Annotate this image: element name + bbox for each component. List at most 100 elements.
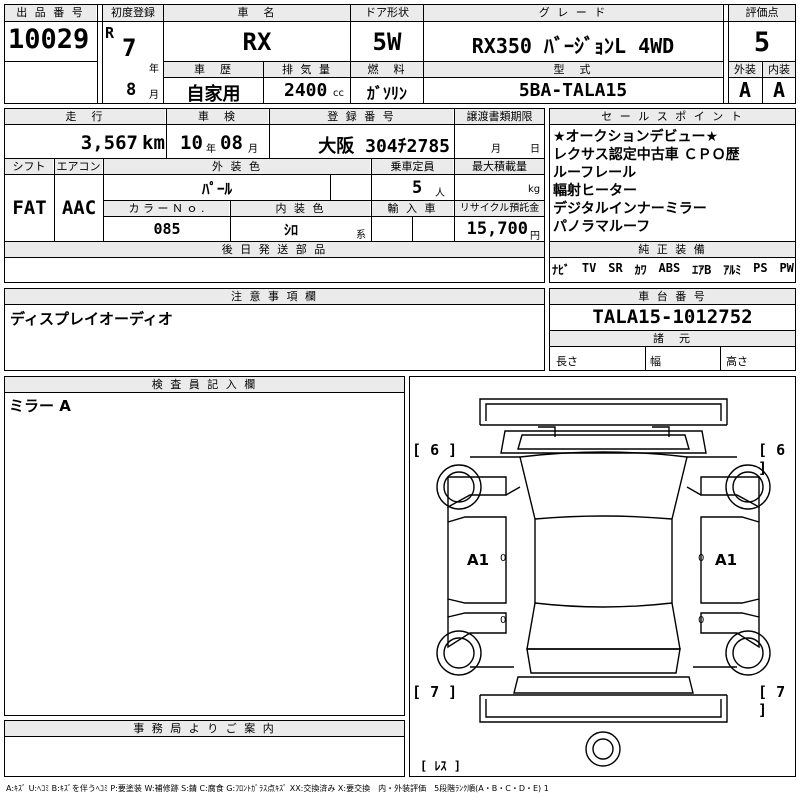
door-type-header: ドア形状 — [351, 5, 423, 21]
import-header: 輸 入 車 — [372, 201, 453, 216]
year-unit: 年 — [149, 64, 159, 75]
exterior-grade-header: 外装 — [729, 62, 761, 77]
color-number: 085 — [153, 220, 181, 238]
tire-rear-left-label: [ 7 ] — [412, 683, 458, 701]
grade: RX350 ﾊﾞｰｼﾞｮﾝL 4WD — [471, 34, 675, 58]
shift-header: シフト — [5, 159, 53, 174]
capacity-unit: 人 — [435, 188, 445, 199]
damage-diagram: [ 6 ] [ 6 ] [ 7 ] [ 7 ] [ ﾚｽ ] A1 A1 0 0… — [409, 376, 796, 777]
later-parts-header: 後 日 発 送 部 品 — [5, 242, 544, 257]
transfer-header: 譲渡書類期限 — [455, 109, 544, 124]
vehicle-history: 自家用 — [186, 84, 241, 105]
recycle-fee: 15,700 — [466, 219, 528, 239]
score-header: 評価点 — [729, 5, 795, 21]
equipment-list: ﾅﾋﾞ TV SR ｶﾜ ABS ｴｱB ｱﾙﾐ PS PW — [552, 261, 794, 278]
displacement: 2400 — [284, 80, 328, 101]
equipment-item: SR — [608, 261, 623, 275]
selling-points-header: セ ー ル ス ポ イ ン ト — [550, 109, 795, 124]
first-registration-header: 初度登録 — [103, 5, 163, 21]
office-header: 事 務 局 よ り ご 案 内 — [5, 721, 404, 736]
interior-color: ｼﾛ — [284, 223, 298, 239]
max-load-unit: kg — [528, 184, 541, 195]
car-name-header: 車 名 — [164, 5, 350, 21]
inspection-month-unit: 月 — [248, 144, 258, 155]
selling-points-list: ★オークションデビュー★ レクサス認定中古車 ＣＰＯ歴 ルーフレール 輻射ヒータ… — [553, 128, 793, 236]
selling-point-line: デジタルインナーミラー — [553, 201, 707, 217]
inspector-header: 検 査 員 記 入 欄 — [5, 377, 404, 392]
aircon-header: エアコン — [55, 159, 102, 174]
right-side-damage: A1 — [715, 551, 738, 569]
displacement-header: 排 気 量 — [264, 62, 350, 77]
selling-point-line: レクサス認定中古車 ＣＰＯ歴 — [553, 147, 740, 163]
notes-header: 注 意 事 項 欄 — [5, 289, 544, 304]
transfer-day-unit: 日 — [530, 144, 540, 155]
exterior-grade: A — [738, 78, 752, 102]
first-reg-year: 7 — [122, 34, 137, 62]
fuel-header: 燃 料 — [351, 62, 423, 77]
aircon-type: AAC — [61, 197, 97, 219]
car-name: RX — [242, 28, 272, 56]
tire-front-left-depth: 6 — [430, 441, 440, 459]
equipment-item: PS — [753, 261, 768, 275]
displacement-unit: cc — [333, 88, 344, 99]
notes-text: ディスプレイオーディオ — [10, 310, 173, 328]
equipment-item: ｶﾜ — [634, 263, 647, 277]
door-type: 5W — [372, 28, 402, 56]
exterior-color: ﾊﾟｰﾙ — [201, 180, 232, 198]
mileage-header: 走 行 — [5, 109, 165, 124]
inspection-year: 10 — [180, 132, 203, 154]
selling-point-line: パノラマルーフ — [553, 219, 651, 235]
registration-header: 登 録 番 号 — [270, 109, 453, 124]
grade-header: グ レ ー ド — [424, 5, 722, 21]
equipment-item: TV — [581, 261, 597, 275]
capacity: 5 — [412, 178, 423, 198]
selling-point-line: ルーフレール — [553, 165, 637, 181]
car-outline-diagram — [436, 398, 771, 767]
damage-mark: 0 — [500, 615, 507, 626]
selling-point-line: 輻射ヒーター — [553, 183, 637, 199]
interior-color-header: 内 装 色 — [231, 201, 370, 216]
spec-length-label: 長さ — [556, 355, 578, 368]
model-code: 5BA-TALA15 — [518, 80, 628, 101]
specs-header: 諸 元 — [550, 331, 795, 346]
color-header: 外 装 色 — [104, 159, 370, 174]
selling-point-line: ★オークションデビュー★ — [553, 129, 719, 145]
inspection-year-unit: 年 — [206, 144, 216, 155]
inspection-header: 車 検 — [167, 109, 268, 124]
tire-front-right-depth: 6 — [776, 441, 786, 459]
first-reg-month: 8 — [126, 80, 137, 100]
spare-tire-value: ﾚｽ — [434, 759, 447, 773]
lot-number-header: 出 品 番 号 — [5, 5, 96, 21]
inspector-notes: ミラー A — [9, 397, 71, 415]
score: 5 — [753, 27, 771, 58]
month-unit: 月 — [149, 90, 159, 101]
inspector-block — [4, 376, 405, 716]
interior-grade: A — [772, 78, 786, 102]
spare-tire-label: [ ﾚｽ ] — [420, 759, 461, 773]
history-header: 車 歴 — [164, 62, 263, 77]
shift-type: FAT — [12, 197, 47, 219]
damage-mark: 0 — [698, 615, 705, 626]
damage-mark: 0 — [698, 553, 705, 564]
tire-rear-right-label: [ 7 ] — [758, 683, 786, 719]
tire-rear-left-depth: 7 — [430, 683, 440, 701]
damage-mark: 0 — [500, 553, 507, 564]
registration-number: 大阪 304ﾁ2785 — [318, 136, 450, 157]
era-label: R — [105, 24, 115, 42]
interior-color-unit: 系 — [356, 230, 366, 241]
interior-grade-header: 内装 — [763, 62, 795, 77]
recycle-header: リサイクル預託金 — [455, 201, 544, 216]
tire-rear-right-depth: 7 — [776, 683, 786, 701]
tire-front-right-label: [ 6 ] — [758, 441, 786, 477]
color-number-header: カ ラ ー Ｎ ｏ . — [104, 201, 229, 216]
equipment-header: 純 正 装 備 — [550, 242, 795, 257]
spec-width-label: 幅 — [650, 355, 661, 368]
mileage-unit: km — [142, 132, 165, 154]
tire-front-left-label: [ 6 ] — [412, 441, 458, 459]
inspection-month: 08 — [220, 132, 243, 154]
left-side-damage: A1 — [467, 551, 490, 569]
chassis-header: 車 台 番 号 — [550, 289, 795, 304]
equipment-item: ｱﾙﾐ — [723, 263, 742, 277]
fuel-type: ｶﾞｿﾘﾝ — [366, 84, 407, 103]
chassis-number: TALA15-1012752 — [592, 306, 753, 328]
